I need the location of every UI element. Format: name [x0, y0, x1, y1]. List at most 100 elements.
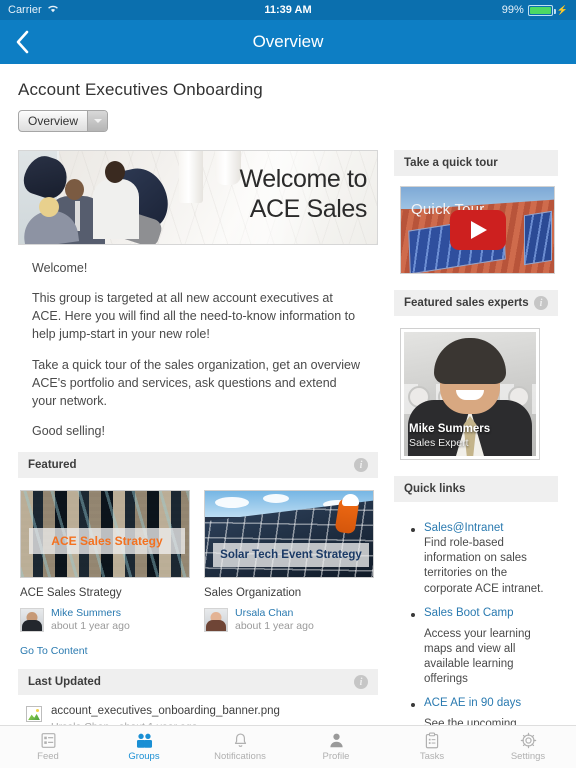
tab-label: Groups — [128, 751, 160, 762]
quick-tour-section-header: Take a quick tour — [394, 150, 558, 176]
info-icon[interactable]: i — [534, 296, 548, 310]
person-head — [39, 197, 59, 217]
bell-icon — [234, 733, 246, 747]
tab-notifications[interactable]: Notifications — [192, 732, 288, 762]
featured-card-author[interactable]: Ursala Chan — [235, 607, 314, 620]
groups-people-icon — [136, 733, 152, 748]
expert-role: Sales Expert — [409, 437, 469, 449]
battery-percent-label: 99% — [501, 4, 524, 16]
avatar[interactable] — [20, 608, 44, 633]
tab-bar: Feed Groups Notifications Profile Tasks … — [0, 725, 576, 768]
quick-tour-section-title: Take a quick tour — [404, 157, 498, 169]
tab-profile[interactable]: Profile — [288, 732, 384, 762]
avatar[interactable] — [204, 608, 228, 633]
quick-links-section-title: Quick links — [404, 483, 466, 495]
featured-card-byline: Mike Summers about 1 year ago — [20, 607, 190, 633]
hard-hat-icon — [342, 494, 359, 506]
hero-headline: Welcome to ACE Sales — [239, 165, 367, 224]
nav-title: Overview — [252, 32, 324, 51]
battery-icon — [527, 4, 556, 16]
wifi-icon — [47, 4, 59, 16]
tab-label: Profile — [322, 751, 350, 762]
cloud-icon — [263, 494, 289, 503]
featured-card[interactable]: Solar Tech Event Strategy Sales Organiza… — [204, 490, 374, 659]
quick-link[interactable]: Sales@Intranet — [424, 522, 552, 534]
page-title: Account Executives Onboarding — [18, 80, 263, 99]
featured-section-header: Featured i — [18, 452, 378, 478]
info-icon[interactable]: i — [354, 458, 368, 472]
tab-label: Settings — [510, 751, 546, 762]
status-bar: Carrier 11:39 AM 99% ⚡ — [0, 0, 576, 20]
tab-label: Feed — [37, 751, 59, 762]
featured-card-thumbnail[interactable]: Solar Tech Event Strategy — [204, 490, 374, 578]
chevron-left-icon — [16, 30, 29, 54]
gear-icon — [520, 732, 536, 749]
quick-links-section-header: Quick links — [394, 476, 558, 502]
main-column: Welcome to ACE Sales Welcome! This group… — [18, 150, 378, 725]
page-content: Account Executives Onboarding Overview W… — [0, 64, 576, 725]
info-icon[interactable]: i — [354, 675, 368, 690]
quick-link-item[interactable]: ACE AE in 90 days See the upcoming event… — [408, 697, 552, 725]
featured-card-thumb-label: ACE Sales Strategy — [29, 528, 185, 554]
quick-link-description: Access your learning maps and view all a… — [424, 627, 531, 686]
list-item-sub: Ursala Chan · about 1 year ago — [51, 721, 280, 725]
nav-bar: Overview — [0, 20, 576, 64]
charging-bolt-icon: ⚡ — [556, 4, 568, 15]
tab-label: Tasks — [419, 751, 445, 762]
expert-name-box: Mike Summers Sales Expert — [409, 423, 490, 449]
featured-card-title: ACE Sales Strategy — [20, 587, 122, 599]
tab-groups[interactable]: Groups — [96, 732, 192, 762]
quick-link-item[interactable]: Sales@Intranet Find role-based informati… — [408, 522, 552, 597]
quick-link-description: See the upcoming events and learn how yo… — [424, 718, 517, 725]
last-updated-section-header: Last Updated i — [18, 669, 378, 696]
quick-link-item[interactable]: Sales Boot Camp Access your learning map… — [408, 607, 552, 688]
featured-card-thumb-label: Solar Tech Event Strategy — [213, 543, 369, 567]
view-selector-value: Overview — [28, 114, 79, 128]
two-column-layout: Welcome to ACE Sales Welcome! This group… — [18, 150, 558, 725]
view-selector-dropdown[interactable]: Overview — [18, 110, 109, 132]
quick-link[interactable]: ACE AE in 90 days — [424, 697, 552, 709]
tab-settings[interactable]: Settings — [480, 732, 576, 762]
quick-link[interactable]: Sales Boot Camp — [424, 607, 552, 619]
featured-card-thumbnail[interactable]: ACE Sales Strategy — [20, 490, 190, 578]
featured-card-title: Sales Organization — [204, 587, 302, 599]
status-bar-right: 99% ⚡ — [502, 4, 568, 16]
back-button[interactable] — [0, 20, 44, 64]
image-file-icon — [26, 706, 42, 723]
carrier-label: Carrier — [8, 4, 42, 16]
play-button-icon[interactable] — [449, 210, 506, 250]
quick-link-description: Find role-based information on sales ter… — [424, 537, 544, 595]
list-item[interactable]: account_executives_onboarding_banner.png… — [20, 695, 376, 725]
featured-expert-wrapper: Mike Summers Sales Expert — [394, 326, 558, 460]
featured-cards: ACE Sales Strategy ACE Sales Strategy Mi… — [18, 478, 378, 659]
pillar-icon — [179, 151, 203, 203]
featured-expert-card[interactable]: Mike Summers Sales Expert — [400, 328, 540, 460]
chevron-down-icon — [87, 111, 108, 131]
featured-card-time: about 1 year ago — [51, 620, 130, 633]
status-bar-left: Carrier — [8, 4, 59, 16]
person-head — [105, 161, 125, 183]
featured-section-title: Featured — [28, 459, 77, 471]
welcome-paragraph: Take a quick tour of the sales organizat… — [32, 357, 360, 408]
quick-tour-video[interactable]: Quick Tour — [400, 186, 555, 274]
person-head — [65, 179, 84, 200]
expert-name: Mike Summers — [409, 423, 491, 435]
person-icon — [329, 733, 343, 748]
go-to-content-link[interactable]: Go To Content — [20, 645, 88, 657]
feed-list-icon — [41, 733, 55, 748]
featured-experts-section-header: Featured sales experts i — [394, 290, 558, 316]
tab-tasks[interactable]: Tasks — [384, 732, 480, 762]
clipboard-icon — [425, 732, 439, 749]
featured-card-author[interactable]: Mike Summers — [51, 607, 130, 620]
featured-card[interactable]: ACE Sales Strategy ACE Sales Strategy Mi… — [20, 490, 190, 659]
list-item-name: account_executives_onboarding_banner.png — [51, 705, 280, 718]
hero-banner: Welcome to ACE Sales — [18, 150, 378, 245]
solar-panel-art — [524, 210, 552, 266]
quick-links-list: Sales@Intranet Find role-based informati… — [394, 512, 558, 725]
pillar-icon — [215, 151, 241, 185]
featured-card-time: about 1 year ago — [235, 620, 314, 633]
tab-feed[interactable]: Feed — [0, 732, 96, 762]
hero-headline-line2: ACE Sales — [249, 194, 368, 223]
tab-label: Notifications — [214, 751, 266, 762]
featured-card-byline: Ursala Chan about 1 year ago — [204, 607, 374, 633]
